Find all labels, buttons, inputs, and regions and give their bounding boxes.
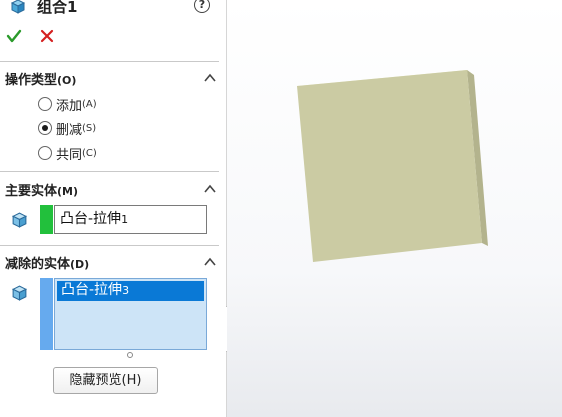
help-icon[interactable]: ? (194, 0, 210, 13)
solid-body-icon (11, 285, 28, 301)
main-body-header[interactable]: 主要实体(M) (5, 180, 78, 199)
radio-button-common[interactable] (38, 146, 52, 160)
radio-button-add[interactable] (38, 97, 52, 111)
radio-option-subtract[interactable]: 删减 (S) (38, 119, 97, 138)
cancel-x-icon[interactable] (40, 29, 54, 43)
list-resize-handle[interactable] (127, 352, 133, 358)
hide-preview-button[interactable]: 隐藏预览(H) (53, 367, 158, 394)
subtract-bodies-key: (D) (70, 258, 90, 271)
collapse-chevron-up-icon[interactable] (204, 257, 216, 267)
main-body-color-swatch (40, 205, 53, 234)
section-divider (0, 245, 219, 246)
main-body-value: 凸台-拉伸 (60, 211, 122, 227)
subtract-bodies-color-swatch (40, 278, 53, 350)
subtract-bodies-header[interactable]: 减除的实体(D) (5, 253, 89, 272)
model-front-face[interactable] (297, 70, 482, 262)
radio-option-common[interactable]: 共同 (C) (38, 144, 97, 163)
main-body-title: 主要实体 (5, 184, 58, 199)
solid-body-icon (11, 212, 28, 228)
panel-title: 组合1 (37, 0, 78, 16)
combine-feature-icon (10, 0, 26, 14)
operation-type-title: 操作类型 (5, 73, 58, 88)
operation-type-header[interactable]: 操作类型(O) (5, 69, 76, 88)
main-body-key: (M) (57, 185, 79, 198)
model-3d-view[interactable] (227, 0, 562, 417)
radio-key-add: (A) (82, 98, 97, 110)
property-manager-panel: 组合1 ? 操作类型(O) 添加 (A) 删减 (S) 共同 (C) 主要实体(… (0, 0, 227, 417)
radio-key-subtract: (S) (82, 122, 97, 134)
radio-button-subtract[interactable] (38, 121, 52, 135)
section-divider (0, 61, 219, 62)
operation-type-key: (O) (57, 74, 77, 87)
radio-label-add: 添加 (56, 98, 83, 114)
radio-label-common: 共同 (56, 147, 83, 163)
subtract-bodies-title: 减除的实体 (5, 257, 71, 272)
subtract-bodies-list[interactable]: 凸台-拉伸3 (54, 278, 207, 350)
list-item-index: 3 (122, 284, 130, 297)
radio-key-common: (C) (82, 147, 97, 159)
main-body-selection-field[interactable]: 凸台-拉伸1 (54, 205, 207, 234)
collapse-chevron-up-icon[interactable] (204, 73, 216, 83)
main-body-value-index: 1 (121, 213, 129, 226)
panel-header: 组合1 ? (0, 0, 227, 18)
radio-label-subtract: 删减 (56, 122, 83, 138)
section-divider (0, 171, 219, 172)
graphics-viewport[interactable] (227, 0, 562, 417)
list-item[interactable]: 凸台-拉伸3 (57, 281, 204, 301)
collapse-chevron-up-icon[interactable] (204, 184, 216, 194)
radio-option-add[interactable]: 添加 (A) (38, 95, 97, 114)
list-item-label: 凸台-拉伸 (61, 282, 123, 298)
ok-checkmark-icon[interactable] (6, 28, 22, 44)
